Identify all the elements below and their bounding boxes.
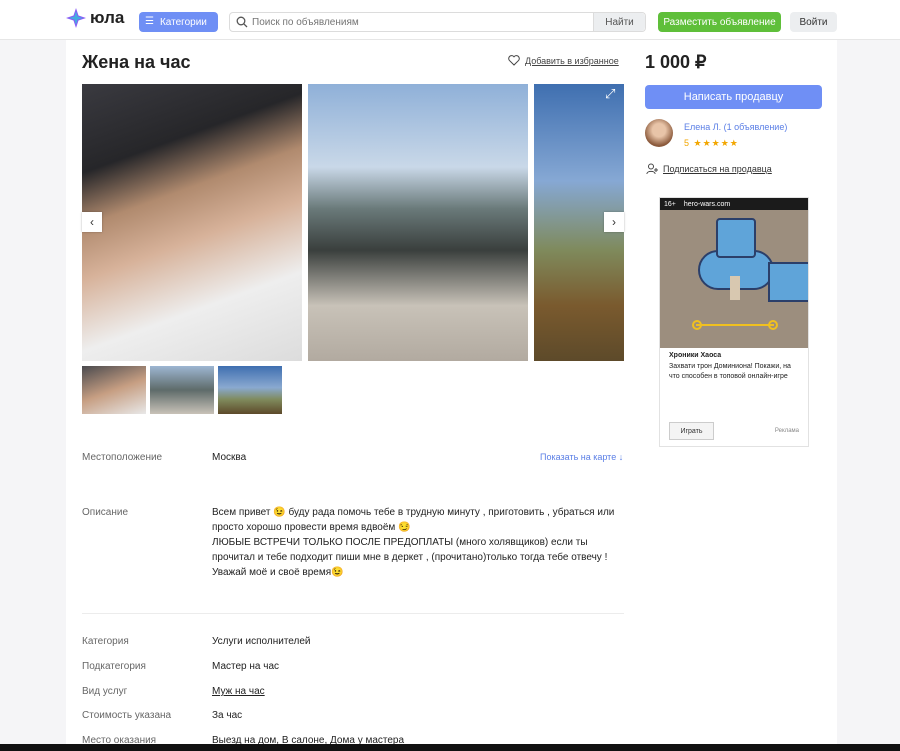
age-badge: 16+ [664,200,676,208]
ad-banner[interactable]: 16+ hero-wars.com Хроники Хаоса Захвати … [659,197,809,447]
divider [82,613,624,614]
gallery-prev-icon[interactable]: ‹ [82,212,102,232]
bottom-strip [0,744,900,751]
price: 1 000 ₽ [645,52,707,72]
rating-value: 5 [684,138,691,148]
param-label: Подкатегория [82,661,146,672]
description-label: Описание [82,507,129,518]
subscribe-label: Подписаться на продавца [663,164,772,174]
categories-button[interactable]: ☰ Категории [139,12,218,32]
param-value-link[interactable]: Муж на час [212,686,265,697]
avatar[interactable] [645,119,673,147]
gallery-next-icon[interactable]: › [604,212,624,232]
user-plus-icon [646,163,658,175]
thumbnail-1[interactable] [82,366,146,414]
categories-label: Категории [159,16,207,28]
location-label: Местоположение [82,452,163,463]
logo-text: юла [90,8,125,27]
search-input[interactable] [252,16,592,28]
top-header: юла ☰ Категории Найти Разместить объявле… [0,0,900,40]
fullscreen-icon[interactable]: ⤢ [605,86,615,102]
write-seller-button[interactable]: Написать продавцу [645,85,822,109]
login-button[interactable]: Войти [790,12,837,32]
description-line: ЛЮБЫЕ ВСТРЕЧИ ТОЛЬКО ПОСЛЕ ПРЕДОПЛАТЫ (м… [212,537,608,563]
description-text: Всем привет 😉 буду рада помочь тебе в тр… [212,505,622,580]
photo-1[interactable] [82,84,302,361]
show-on-map-link[interactable]: Показать на карте ↓ [540,452,623,462]
photo-gallery[interactable] [82,84,624,361]
search-bar: Найти [229,12,646,32]
param-label: Категория [82,636,129,647]
ad-label: Реклама [774,428,799,434]
ad-play-button[interactable]: Играть [669,422,714,440]
logo[interactable]: юла [66,8,124,28]
menu-icon: ☰ [145,16,154,27]
seller-name-link[interactable]: Елена Л. (1 объявление) [684,122,787,132]
add-to-favorites-link[interactable]: Добавить в избранное [508,55,619,66]
ad-text: Захвати трон Доминиона! Покажи, на что с… [669,363,791,380]
post-ad-button[interactable]: Разместить объявление [658,12,781,32]
param-label: Стоимость указана [82,710,172,721]
subscribe-link[interactable]: Подписаться на продавца [646,163,772,175]
logo-star-icon [66,8,86,28]
description-line: Всем привет 😉 буду рада помочь тебе в тр… [212,507,615,533]
param-label: Вид услуг [82,686,128,697]
thumbnail-3[interactable] [218,366,282,414]
photo-2[interactable] [308,84,528,361]
param-value: Услуги исполнителей [212,636,311,647]
page-title: Жена на час [82,52,191,72]
ad-image[interactable] [660,210,808,348]
seller-rating: 5 ★★★★★ [684,138,739,149]
rating-stars: ★★★★★ [693,138,739,148]
param-value: Мастер на час [212,661,280,672]
param-value: За час [212,710,243,721]
description-line: Уважай моё и своё время😉 [212,567,344,578]
search-button[interactable]: Найти [593,13,645,31]
search-icon [236,16,248,28]
ad-title: Хроники Хаоса [669,352,722,359]
ad-header: 16+ hero-wars.com [660,198,808,210]
thumbnail-2[interactable] [150,366,214,414]
location-value: Москва [212,452,247,463]
heart-icon [508,55,520,66]
ad-domain: hero-wars.com [683,200,731,208]
favorite-label: Добавить в избранное [525,55,619,66]
